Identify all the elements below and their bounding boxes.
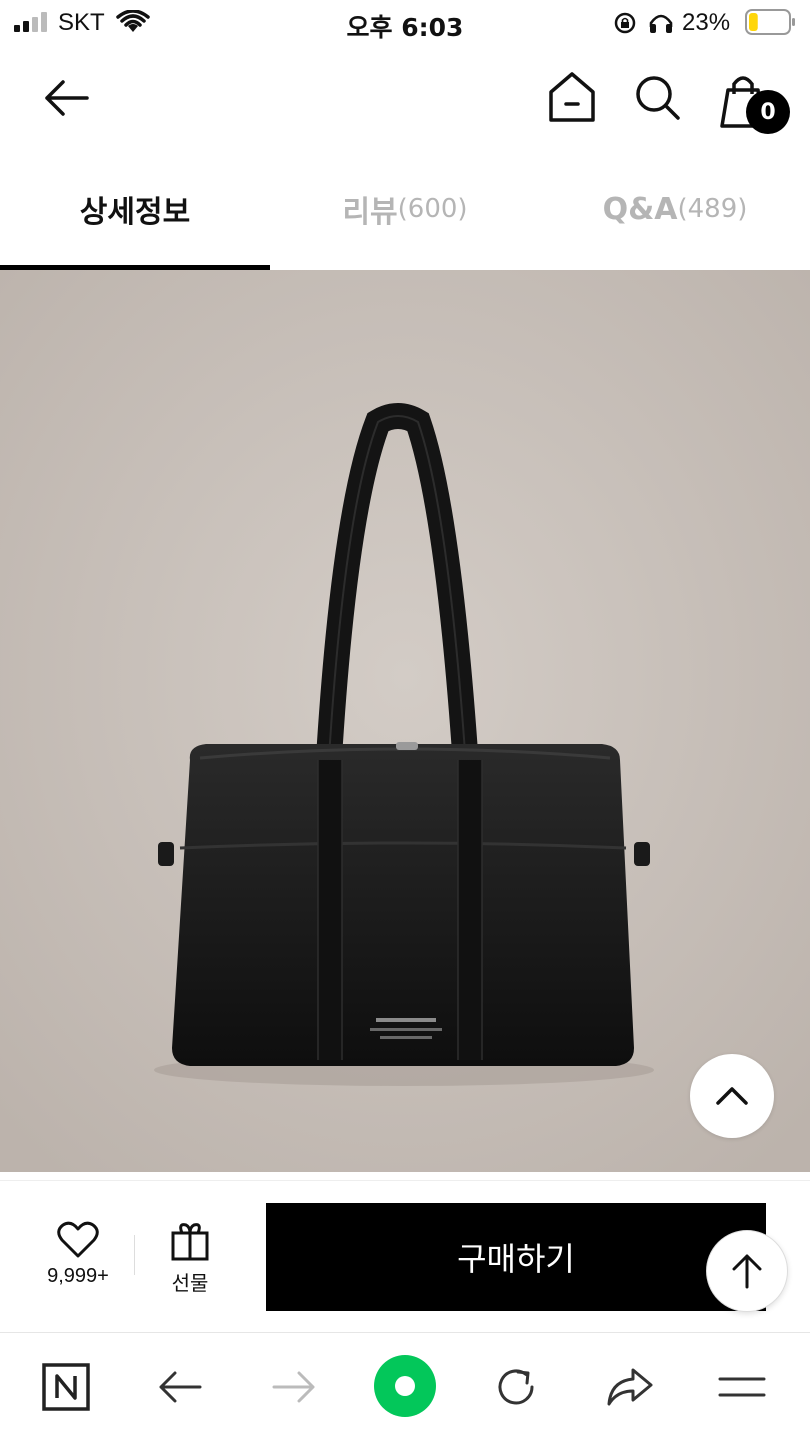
tab-reviews-label: 리뷰 <box>342 195 398 230</box>
tab-qna-count: (489) <box>677 194 748 224</box>
gift-button[interactable]: 선물 <box>150 1221 230 1301</box>
chevron-up-icon <box>716 1087 748 1105</box>
reload-icon <box>498 1369 534 1405</box>
battery-percent: 23% <box>682 9 731 36</box>
share-button[interactable] <box>602 1359 658 1415</box>
browser-back-button[interactable] <box>152 1359 208 1415</box>
browser-forward-icon <box>272 1371 315 1403</box>
green-home-dot-icon <box>374 1355 436 1417</box>
tab-details[interactable]: 상세정보 <box>0 160 270 270</box>
rotation-lock-icon <box>614 12 636 34</box>
back-button[interactable] <box>38 74 94 122</box>
scroll-to-top-button[interactable] <box>706 1230 788 1312</box>
detail-tabs: 상세정보 리뷰 (600) Q&A (489) <box>0 160 810 270</box>
search-icon[interactable] <box>632 72 682 122</box>
tab-reviews[interactable]: 리뷰 (600) <box>270 160 540 270</box>
browser-forward-button[interactable] <box>266 1359 322 1415</box>
tab-details-label: 상세정보 <box>79 195 191 230</box>
tab-qna-label: Q&A <box>602 191 678 227</box>
browser-back-icon <box>159 1371 202 1403</box>
home-icon[interactable] <box>546 70 598 124</box>
headphone-icon <box>649 14 673 33</box>
purchase-action-bar: 9,999+ 선물 구매하기 <box>0 1180 810 1330</box>
share-icon <box>607 1368 653 1406</box>
black-shoulder-bag-illustration <box>0 270 810 1172</box>
like-count: 9,999+ <box>47 1265 109 1287</box>
arrow-up-icon <box>732 1254 762 1289</box>
tab-qna[interactable]: Q&A (489) <box>540 160 810 270</box>
status-bar: SKT 오후 6:03 23% <box>0 0 810 46</box>
menu-button[interactable] <box>714 1359 770 1415</box>
scroll-up-button[interactable] <box>690 1054 774 1138</box>
tab-reviews-count: (600) <box>397 194 468 224</box>
heart-icon <box>57 1221 99 1258</box>
battery-icon <box>745 9 795 35</box>
gift-label: 선물 <box>171 1271 209 1295</box>
naver-n-icon <box>42 1363 90 1411</box>
divider <box>134 1235 135 1275</box>
reload-button[interactable] <box>488 1359 544 1415</box>
like-button[interactable]: 9,999+ <box>30 1221 126 1301</box>
menu-icon <box>718 1377 766 1397</box>
buy-button[interactable]: 구매하기 <box>266 1203 766 1311</box>
back-arrow-icon <box>45 80 89 116</box>
browser-toolbar <box>0 1332 810 1440</box>
cart-count-badge: 0 <box>746 90 790 134</box>
app-header <box>0 60 810 140</box>
green-home-button[interactable] <box>372 1353 438 1419</box>
naver-home-button[interactable] <box>38 1359 94 1415</box>
gift-icon <box>171 1223 209 1261</box>
product-image <box>0 270 810 1172</box>
